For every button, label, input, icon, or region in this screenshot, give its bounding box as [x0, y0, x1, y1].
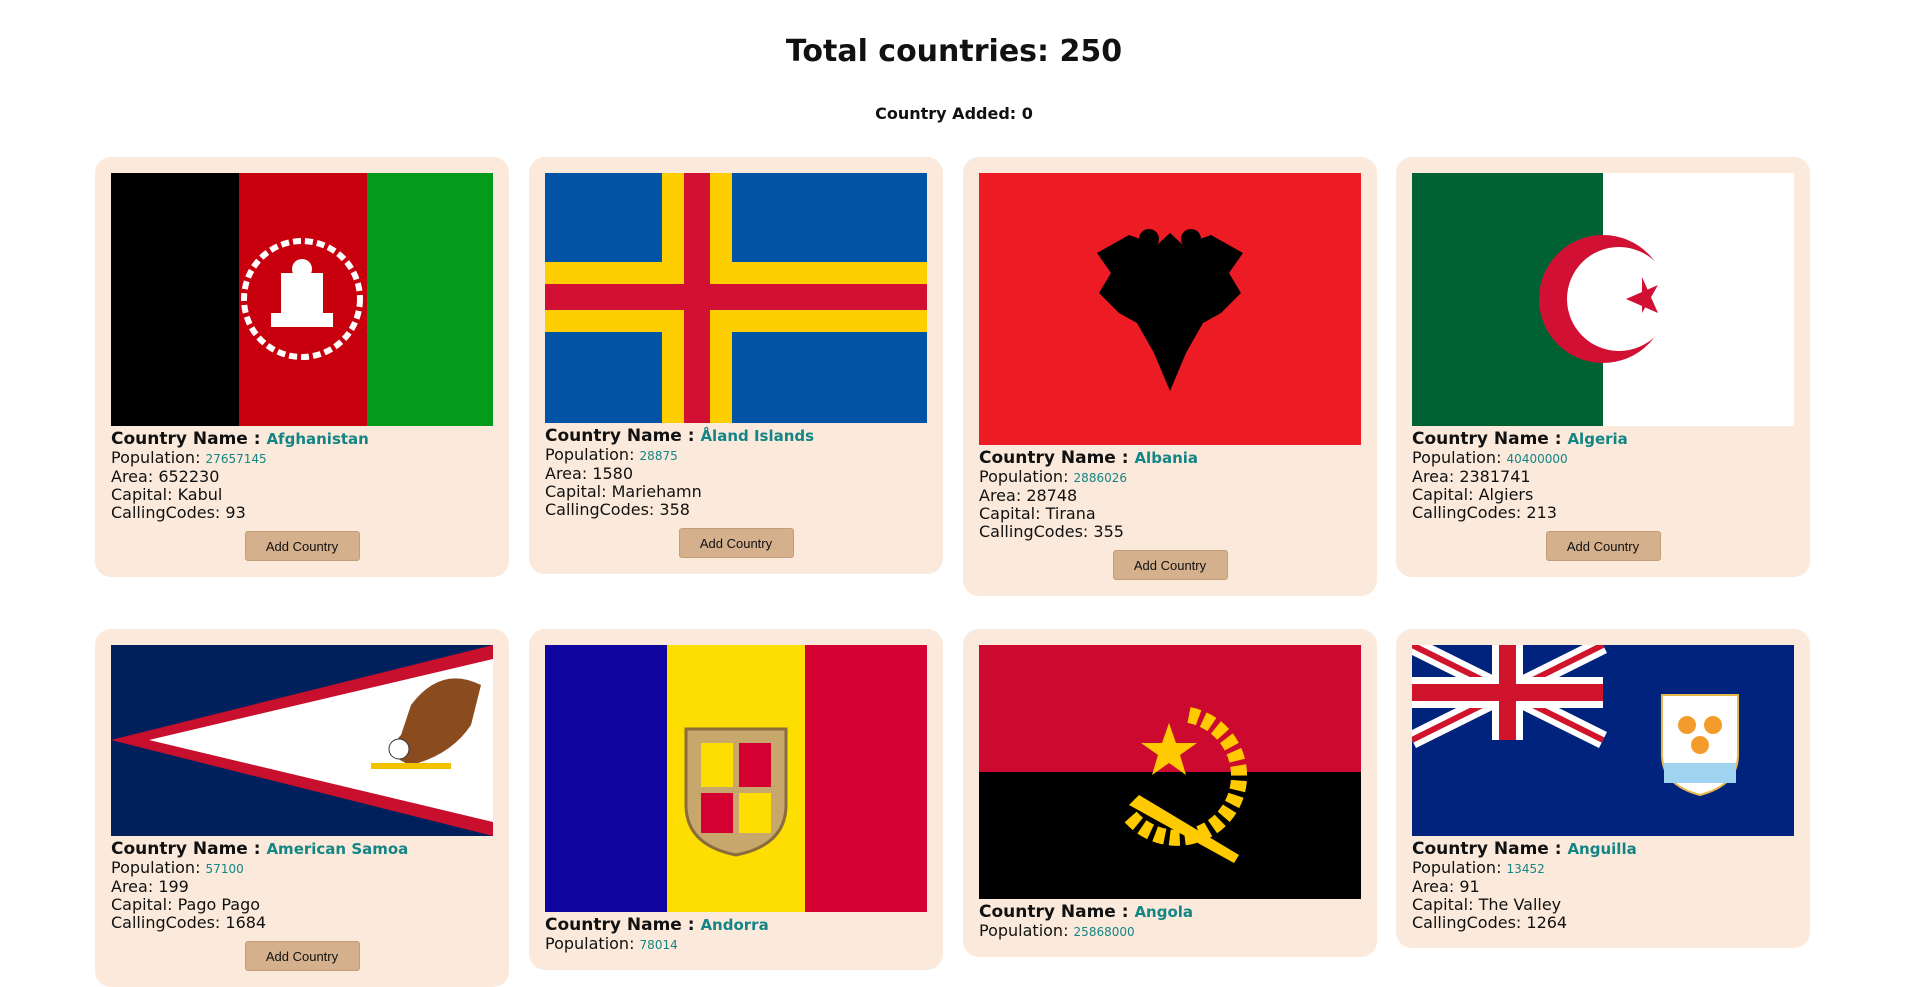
add-country-button[interactable]: Add Country — [1545, 531, 1661, 561]
population-label: Population: — [979, 467, 1069, 486]
country-name-label: Country Name : — [111, 839, 261, 859]
calling-codes-label: CallingCodes: — [111, 913, 221, 932]
algeria-flag-icon — [1412, 173, 1794, 426]
add-country-button[interactable]: Add Country — [1112, 550, 1228, 580]
area-value: 2381741 — [1459, 467, 1531, 486]
capital-value: Pago Pago — [177, 895, 261, 914]
country-card: Country Name : Algeria Population: 40400… — [1396, 157, 1810, 577]
country-name-value: Albania — [1134, 449, 1199, 467]
country-card: Country Name : Angola Population: 258680… — [963, 629, 1377, 957]
calling-codes-label: CallingCodes: — [111, 503, 221, 522]
population-label: Population: — [1412, 448, 1502, 467]
population-label: Population: — [111, 858, 201, 877]
capital-label: Capital: — [111, 895, 173, 914]
population-value: 13452 — [1506, 862, 1545, 876]
area-value: 199 — [158, 877, 189, 896]
country-name-label: Country Name : — [979, 448, 1129, 468]
population-value: 40400000 — [1506, 452, 1568, 466]
population-value: 28875 — [639, 449, 678, 463]
area-label: Area: — [545, 464, 588, 483]
country-added-counter: Country Added: 0 — [875, 104, 1033, 123]
calling-codes-label: CallingCodes: — [979, 522, 1089, 541]
country-name-label: Country Name : — [1412, 839, 1562, 859]
calling-codes-value: 93 — [225, 503, 246, 522]
capital-label: Capital: — [979, 504, 1041, 523]
country-card: Country Name : Åland Islands Population:… — [529, 157, 943, 574]
population-label: Population: — [545, 934, 635, 953]
capital-value: The Valley — [1478, 895, 1562, 914]
calling-codes-value: 358 — [659, 500, 690, 519]
area-value: 1580 — [592, 464, 634, 483]
population-label: Population: — [545, 445, 635, 464]
country-name-label: Country Name : — [545, 426, 695, 446]
calling-codes-label: CallingCodes: — [1412, 913, 1522, 932]
calling-codes-value: 213 — [1526, 503, 1557, 522]
country-card: Country Name : Andorra Population: 78014 — [529, 629, 943, 970]
capital-label: Capital: — [545, 482, 607, 501]
capital-value: Algiers — [1478, 485, 1534, 504]
country-name-label: Country Name : — [979, 902, 1129, 922]
population-label: Population: — [979, 921, 1069, 940]
area-label: Area: — [111, 467, 154, 486]
add-country-button[interactable]: Add Country — [678, 528, 794, 558]
calling-codes-value: 1684 — [225, 913, 267, 932]
calling-codes-value: 355 — [1093, 522, 1124, 541]
country-name-value: Åland Islands — [700, 427, 815, 445]
calling-codes-value: 1264 — [1526, 913, 1568, 932]
country-card: Country Name : Albania Population: 28860… — [963, 157, 1377, 596]
population-value: 78014 — [639, 938, 678, 952]
country-name-label: Country Name : — [1412, 429, 1562, 449]
capital-label: Capital: — [111, 485, 173, 504]
area-label: Area: — [1412, 467, 1455, 486]
afghanistan-flag-icon — [111, 173, 493, 426]
population-value: 57100 — [205, 862, 244, 876]
capital-value: Tirana — [1045, 504, 1096, 523]
add-country-button[interactable]: Add Country — [244, 941, 360, 971]
area-value: 91 — [1459, 877, 1480, 896]
population-value: 2886026 — [1073, 471, 1127, 485]
albania-flag-icon — [979, 173, 1361, 445]
country-name-value: Afghanistan — [266, 430, 369, 448]
angola-flag-icon — [979, 645, 1361, 899]
american-samoa-flag-icon — [111, 645, 493, 836]
country-name-value: Algeria — [1567, 430, 1628, 448]
aland-islands-flag-icon — [545, 173, 927, 423]
page-title: Total countries: 250 — [785, 34, 1123, 69]
add-country-button[interactable]: Add Country — [244, 531, 360, 561]
area-label: Area: — [1412, 877, 1455, 896]
country-name-label: Country Name : — [545, 915, 695, 935]
area-label: Area: — [111, 877, 154, 896]
country-card: Country Name : Afghanistan Population: 2… — [95, 157, 509, 577]
capital-value: Kabul — [177, 485, 223, 504]
country-card: Country Name : American Samoa Population… — [95, 629, 509, 987]
country-card: Country Name : Anguilla Population: 1345… — [1396, 629, 1810, 948]
country-name-value: Angola — [1134, 903, 1194, 921]
country-name-value: Andorra — [700, 916, 769, 934]
country-name-value: Anguilla — [1567, 840, 1637, 858]
population-label: Population: — [1412, 858, 1502, 877]
capital-label: Capital: — [1412, 895, 1474, 914]
area-label: Area: — [979, 486, 1022, 505]
population-value: 25868000 — [1073, 925, 1135, 939]
calling-codes-label: CallingCodes: — [1412, 503, 1522, 522]
area-value: 652230 — [158, 467, 220, 486]
population-value: 27657145 — [205, 452, 267, 466]
population-label: Population: — [111, 448, 201, 467]
area-value: 28748 — [1026, 486, 1078, 505]
calling-codes-label: CallingCodes: — [545, 500, 655, 519]
capital-label: Capital: — [1412, 485, 1474, 504]
capital-value: Mariehamn — [611, 482, 702, 501]
country-name-label: Country Name : — [111, 429, 261, 449]
country-name-value: American Samoa — [266, 840, 409, 858]
anguilla-flag-icon — [1412, 645, 1794, 836]
andorra-flag-icon — [545, 645, 927, 912]
